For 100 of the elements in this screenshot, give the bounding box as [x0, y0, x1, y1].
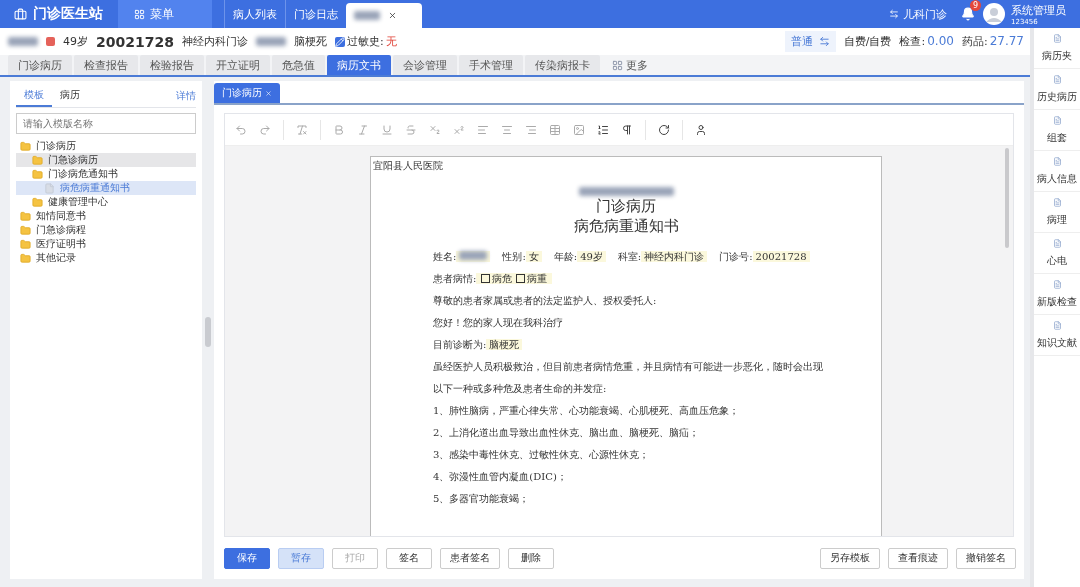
tree-item[interactable]: 门诊病历 — [16, 139, 196, 153]
tree-item[interactable]: 门急诊病程 — [16, 223, 196, 237]
align-right-icon[interactable] — [525, 123, 537, 136]
sidebar-item[interactable]: 历史病历 — [1034, 69, 1080, 110]
folder-icon — [32, 196, 43, 208]
action-button[interactable]: 删除 — [508, 547, 554, 569]
level-button[interactable]: 普通 — [784, 31, 836, 52]
search-field[interactable]: 请输入模版名称 — [16, 113, 196, 134]
grid-icon — [134, 8, 145, 20]
folder-icon — [20, 140, 31, 152]
subscript-icon[interactable] — [429, 123, 441, 136]
document-paragraph: 目前诊断为: 脑梗死 — [433, 334, 831, 356]
document-icon — [1052, 198, 1062, 207]
document-paragraph: 3、感染中毒性休克、过敏性休克、心源性休克； — [433, 448, 651, 462]
patient-diagnosis: 脑梗死 — [293, 34, 327, 49]
document-icon — [1052, 280, 1062, 289]
image-icon[interactable] — [573, 123, 585, 136]
document-title: 门诊病历 — [595, 196, 657, 216]
record-tab[interactable]: 检查报告 — [74, 55, 138, 75]
document-paragraph: 2、上消化道出血导致出血性休克、脑出血、脑梗死、脑疝； — [433, 426, 701, 440]
document-icon — [1052, 75, 1062, 84]
action-button[interactable]: 保存 — [224, 547, 270, 569]
table-icon[interactable] — [549, 123, 561, 136]
document-paragraph: 您好！您的家人现在我科治疗 — [433, 316, 564, 330]
switch-icon — [818, 36, 830, 47]
switch-icon — [889, 9, 899, 19]
nav-tab[interactable] — [346, 3, 422, 28]
person-icon[interactable] — [695, 123, 707, 136]
grid-icon — [612, 59, 623, 71]
action-button[interactable]: 签名 — [386, 547, 432, 569]
superscript-icon[interactable] — [453, 123, 465, 136]
action-button[interactable]: 患者签名 — [440, 547, 500, 569]
document-paragraph: 1、肺性脑病，严重心律失常、心功能衰竭、心肌梗死、高血压危象； — [433, 404, 741, 418]
document-paragraph: 5、多器官功能衰竭； — [433, 492, 531, 506]
sidebar-item[interactable]: 心电 — [1034, 233, 1080, 274]
record-tab[interactable]: 开立证明 — [206, 55, 270, 75]
record-tab[interactable]: 危急值 — [272, 55, 325, 75]
tree-item[interactable]: 门急诊病历 — [16, 153, 196, 167]
folder-icon — [20, 224, 31, 236]
close-icon[interactable] — [388, 11, 397, 20]
document-icon — [1052, 157, 1062, 166]
bell-icon[interactable] — [961, 7, 975, 21]
redo-icon[interactable] — [259, 123, 271, 136]
sidebar-item[interactable]: 知识文献 — [1034, 315, 1080, 356]
detail-link[interactable]: 详情 — [176, 89, 196, 103]
blurred-text — [255, 37, 286, 46]
align-left-icon[interactable] — [477, 123, 489, 136]
align-center-icon[interactable] — [501, 123, 513, 136]
underline-icon[interactable] — [381, 123, 393, 136]
sidebar-item[interactable]: 新版检查 — [1034, 274, 1080, 315]
scrollbar[interactable] — [1005, 148, 1009, 248]
pilcrow-icon[interactable] — [621, 123, 633, 136]
tree-item[interactable]: 病危病重通知书 — [16, 181, 196, 195]
panel-tab[interactable]: 病历 — [52, 85, 88, 107]
record-tab[interactable]: 传染病报卡 — [525, 55, 600, 75]
tree-item[interactable]: 医疗证明书 — [16, 237, 196, 251]
tree-item[interactable]: 健康管理中心 — [16, 195, 196, 209]
briefcase-icon — [14, 7, 27, 21]
folder-icon — [20, 252, 31, 264]
editor-tab[interactable]: 门诊病历 — [214, 83, 280, 103]
refresh-icon[interactable] — [658, 123, 670, 136]
patient-department: 神经内科门诊 — [181, 34, 248, 49]
record-tab[interactable]: 手术管理 — [459, 55, 523, 75]
sidebar-item[interactable]: 病理 — [1034, 192, 1080, 233]
allergy-value: 无 — [385, 34, 397, 49]
panel-tab[interactable]: 模板 — [16, 85, 52, 107]
italic-icon[interactable] — [357, 123, 369, 136]
blurred-text — [354, 11, 380, 20]
action-button[interactable]: 查看痕迹 — [888, 547, 948, 569]
action-button[interactable]: 撤销签名 — [956, 547, 1016, 569]
menu-button[interactable]: 菜单 — [118, 0, 212, 28]
record-tab[interactable]: 病历文书 — [327, 55, 391, 75]
action-button[interactable]: 另存模板 — [820, 547, 880, 569]
resize-handle[interactable] — [205, 317, 211, 347]
strikethrough-icon[interactable] — [405, 123, 417, 136]
record-tab[interactable]: 检验报告 — [140, 55, 204, 75]
folder-icon — [32, 168, 43, 180]
document-icon — [1052, 321, 1062, 330]
checkbox[interactable] — [481, 274, 491, 283]
edit-icon[interactable] — [334, 36, 345, 47]
bold-icon[interactable] — [333, 123, 345, 136]
patient-number: 20021728 — [96, 33, 174, 50]
tree-item[interactable]: 其他记录 — [16, 251, 196, 265]
record-tab[interactable]: 会诊管理 — [393, 55, 457, 75]
avatar[interactable] — [983, 3, 1005, 25]
document-icon — [1052, 116, 1062, 125]
checkbox[interactable] — [516, 274, 526, 283]
sidebar-item[interactable]: 组套 — [1034, 110, 1080, 151]
clear-format-icon[interactable] — [296, 123, 308, 136]
sidebar-item[interactable]: 病人信息 — [1034, 151, 1080, 192]
record-tab[interactable]: 更多 — [602, 55, 658, 75]
sidebar-item[interactable]: 病历夹 — [1034, 28, 1080, 69]
record-tab[interactable]: 门诊病历 — [8, 55, 72, 75]
user-name: 系统管理员 — [1011, 2, 1066, 18]
undo-icon[interactable] — [235, 123, 247, 136]
document-field: 门诊号: 20021728 — [719, 246, 810, 268]
tree-item[interactable]: 门诊病危通知书 — [16, 167, 196, 181]
department-button[interactable]: 儿科门诊 — [889, 0, 947, 28]
tree-item[interactable]: 知情同意书 — [16, 209, 196, 223]
document-field: 性别: 女 — [502, 246, 542, 268]
